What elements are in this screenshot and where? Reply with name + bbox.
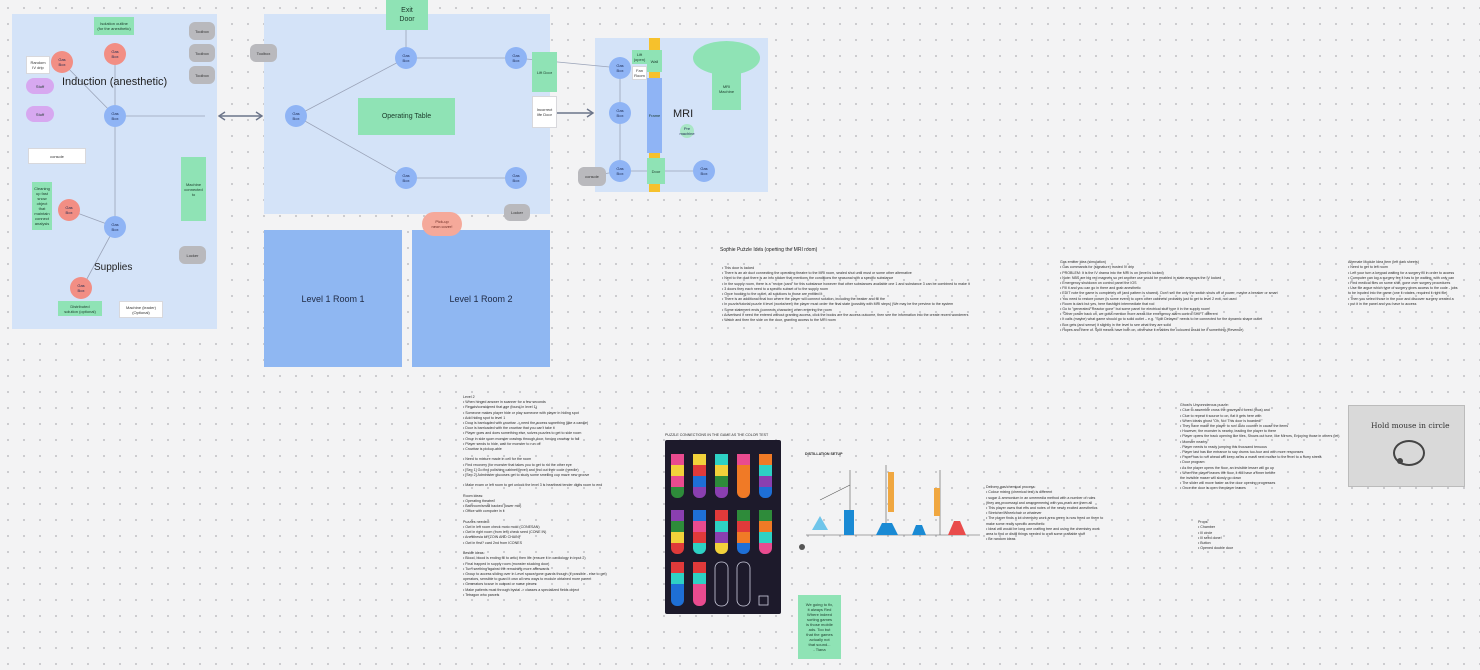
props-title: Props: bbox=[1198, 520, 1209, 525]
green-comment-note: We going to fix, it always Red Where ind… bbox=[798, 595, 841, 659]
distillation-diagram bbox=[799, 465, 980, 550]
ghost-note: Ghost's Unyonnderous puzzle: • Clue to a… bbox=[1180, 398, 1340, 498]
mouse-sketch-text: Hold mouse in circle bbox=[1371, 421, 1450, 430]
sketch-dot bbox=[1397, 458, 1403, 464]
mouse-circle-sketch: Hold mouse in circle bbox=[1348, 405, 1465, 487]
props-note: Props: • Chamber • Ill circle • Ill seed… bbox=[1198, 515, 1278, 555]
ghost-note-body: • Clue to assemble cross the graveyard f… bbox=[1180, 408, 1340, 491]
chem-note-body: • Colour mixing (chemical test) is diffe… bbox=[986, 490, 1104, 542]
props-body: • Chamber • Ill circle • Ill seed done! … bbox=[1198, 525, 1234, 551]
ghost-note-title: Ghost's Unyonnderous puzzle: bbox=[1180, 403, 1229, 408]
chem-note: Delivery gas/chemical process: • Colour … bbox=[986, 480, 1186, 552]
chem-note-title: Delivery gas/chemical process: bbox=[986, 485, 1036, 490]
